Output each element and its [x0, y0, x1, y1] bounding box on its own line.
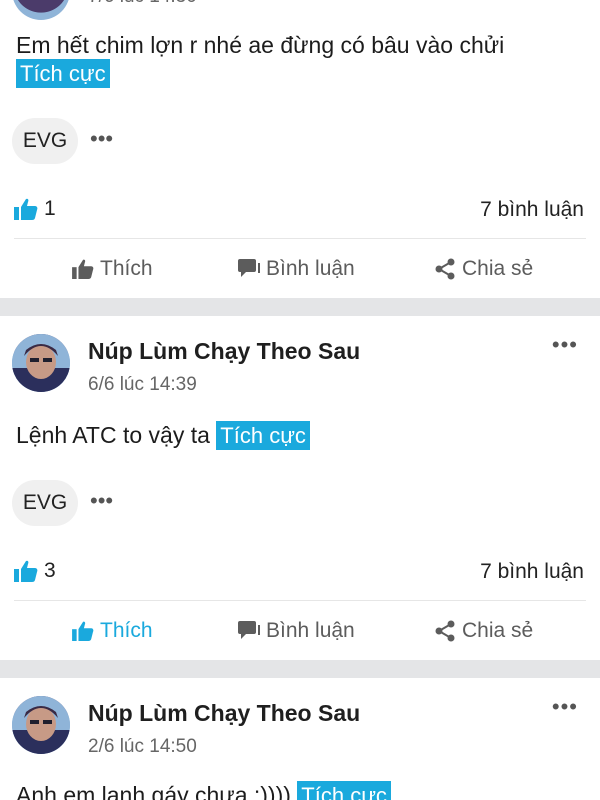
comment-button[interactable]: Bình luận: [238, 257, 355, 281]
post-3: Núp Lùm Chạy Theo Sau 2/6 lúc 14:50 ••• …: [0, 678, 600, 800]
avatar[interactable]: [12, 696, 70, 754]
share-icon: [435, 258, 455, 280]
avatar-image: [12, 696, 70, 754]
author-name[interactable]: Núp Lùm Chạy Theo Sau: [88, 338, 360, 365]
post-text: Em hết chim lợn r nhé ae đừng có bâu vào…: [16, 32, 505, 58]
comment-count[interactable]: 7 bình luận: [480, 198, 584, 222]
more-dots-icon[interactable]: •••: [90, 128, 113, 150]
comment-count[interactable]: 7 bình luận: [480, 560, 584, 584]
post-time: 6/6 lúc 14:39: [88, 374, 197, 395]
post-time: 2/6 lúc 14:50: [88, 736, 197, 757]
like-count[interactable]: 1: [14, 197, 56, 221]
thumbs-up-icon: [14, 560, 38, 582]
stock-chip[interactable]: EVG: [12, 118, 78, 164]
sentiment-line: Tích cực: [16, 59, 110, 88]
share-icon: [435, 620, 455, 642]
comment-button[interactable]: Bình luận: [238, 619, 355, 643]
more-dots-icon[interactable]: •••: [552, 696, 578, 718]
author-name[interactable]: Núp Lùm Chạy Theo Sau: [88, 700, 360, 727]
avatar[interactable]: [12, 334, 70, 392]
thumbs-up-icon: [14, 198, 38, 220]
avatar-image: [12, 334, 70, 392]
post-text: Anh em lạnh gáy chưa :)))): [16, 782, 291, 800]
stock-chip[interactable]: EVG: [12, 480, 78, 526]
post-content: Em hết chim lợn r nhé ae đừng có bâu vào…: [16, 32, 504, 59]
comment-bubble-icon: [238, 621, 260, 639]
sentiment-tag[interactable]: Tích cực: [16, 59, 110, 88]
share-button[interactable]: Chia sẻ: [434, 257, 533, 281]
post-2: Núp Lùm Chạy Theo Sau 6/6 lúc 14:39 ••• …: [0, 316, 600, 660]
sentiment-tag[interactable]: Tích cực: [297, 781, 391, 800]
thumbs-up-icon: [72, 621, 94, 641]
sentiment-tag[interactable]: Tích cực: [216, 421, 310, 450]
post-1: 7/6 lúc 14:30 Em hết chim lợn r nhé ae đ…: [0, 0, 600, 298]
post-content: Anh em lạnh gáy chưa :)))) Tích cực: [16, 781, 391, 800]
divider: [14, 600, 586, 601]
post-content: Lệnh ATC to vậy ta Tích cực: [16, 421, 310, 450]
post-separator: [0, 660, 600, 678]
thumbs-up-icon: [72, 259, 94, 279]
post-time: 7/6 lúc 14:30: [88, 0, 197, 8]
post-text: Lệnh ATC to vậy ta: [16, 422, 210, 448]
divider: [14, 238, 586, 239]
like-count[interactable]: 3: [14, 559, 56, 583]
like-button[interactable]: Thích: [72, 257, 153, 281]
like-button[interactable]: Thích: [72, 619, 153, 643]
share-button[interactable]: Chia sẻ: [434, 619, 533, 643]
more-dots-icon[interactable]: •••: [552, 334, 578, 356]
post-separator: [0, 298, 600, 316]
comment-bubble-icon: [238, 259, 260, 277]
more-dots-icon[interactable]: •••: [90, 490, 113, 512]
avatar[interactable]: [12, 0, 70, 20]
